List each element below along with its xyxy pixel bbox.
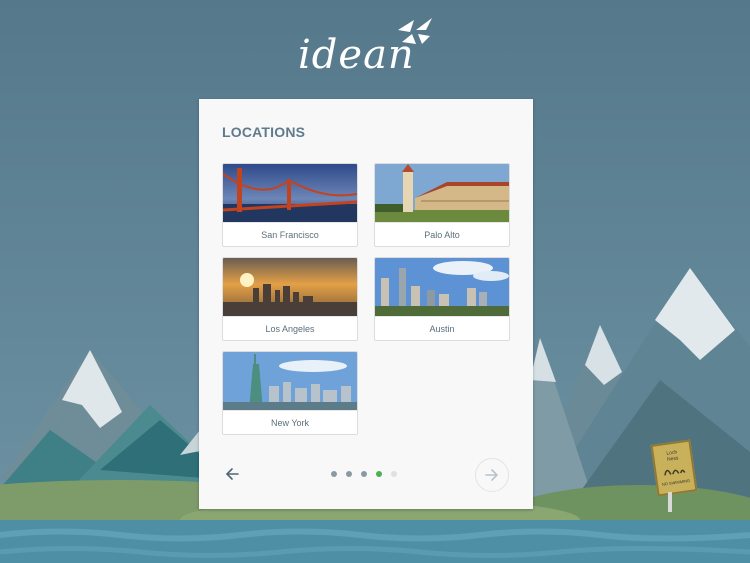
monster-icon [664,469,686,476]
statue-of-liberty-image [223,352,357,410]
golden-gate-bridge-image [223,164,357,222]
location-label: New York [223,410,357,434]
page-dot-4-active[interactable] [376,471,382,477]
arrow-left-icon [225,468,239,480]
page-dot-1[interactable] [331,471,337,477]
location-tile-palo-alto[interactable]: Palo Alto [374,163,510,247]
location-label: Palo Alto [375,222,509,246]
next-page-button[interactable] [475,458,509,492]
location-tile-austin[interactable]: Austin [374,257,510,341]
loch-ness-sign: Loch Ness NO SWIMMING [650,439,698,512]
page-dot-3[interactable] [361,471,367,477]
card-title: LOCATIONS [222,124,306,140]
pagination-dots [331,471,397,477]
previous-page-button[interactable] [219,461,245,487]
location-label: San Francisco [223,222,357,246]
page-dot-2[interactable] [346,471,352,477]
city-skyline-sunset-image [223,258,357,316]
arrow-right-icon [485,469,499,481]
idean-logo: idean [298,14,438,78]
sign-board: Loch Ness NO SWIMMING [650,439,698,497]
location-label: Los Angeles [223,316,357,340]
logo-bowtie-icon [398,18,432,44]
location-tile-san-francisco[interactable]: San Francisco [222,163,358,247]
sign-footer-text: NO SWIMMING [661,477,691,487]
location-tile-new-york[interactable]: New York [222,351,358,435]
locations-card: LOCATIONS San Francisco Palo Alto Los An… [199,99,533,509]
page-dot-5[interactable] [391,471,397,477]
stanford-tower-image [375,164,509,222]
sign-post [668,492,672,512]
location-label: Austin [375,316,509,340]
city-skyline-day-image [375,258,509,316]
location-tile-los-angeles[interactable]: Los Angeles [222,257,358,341]
